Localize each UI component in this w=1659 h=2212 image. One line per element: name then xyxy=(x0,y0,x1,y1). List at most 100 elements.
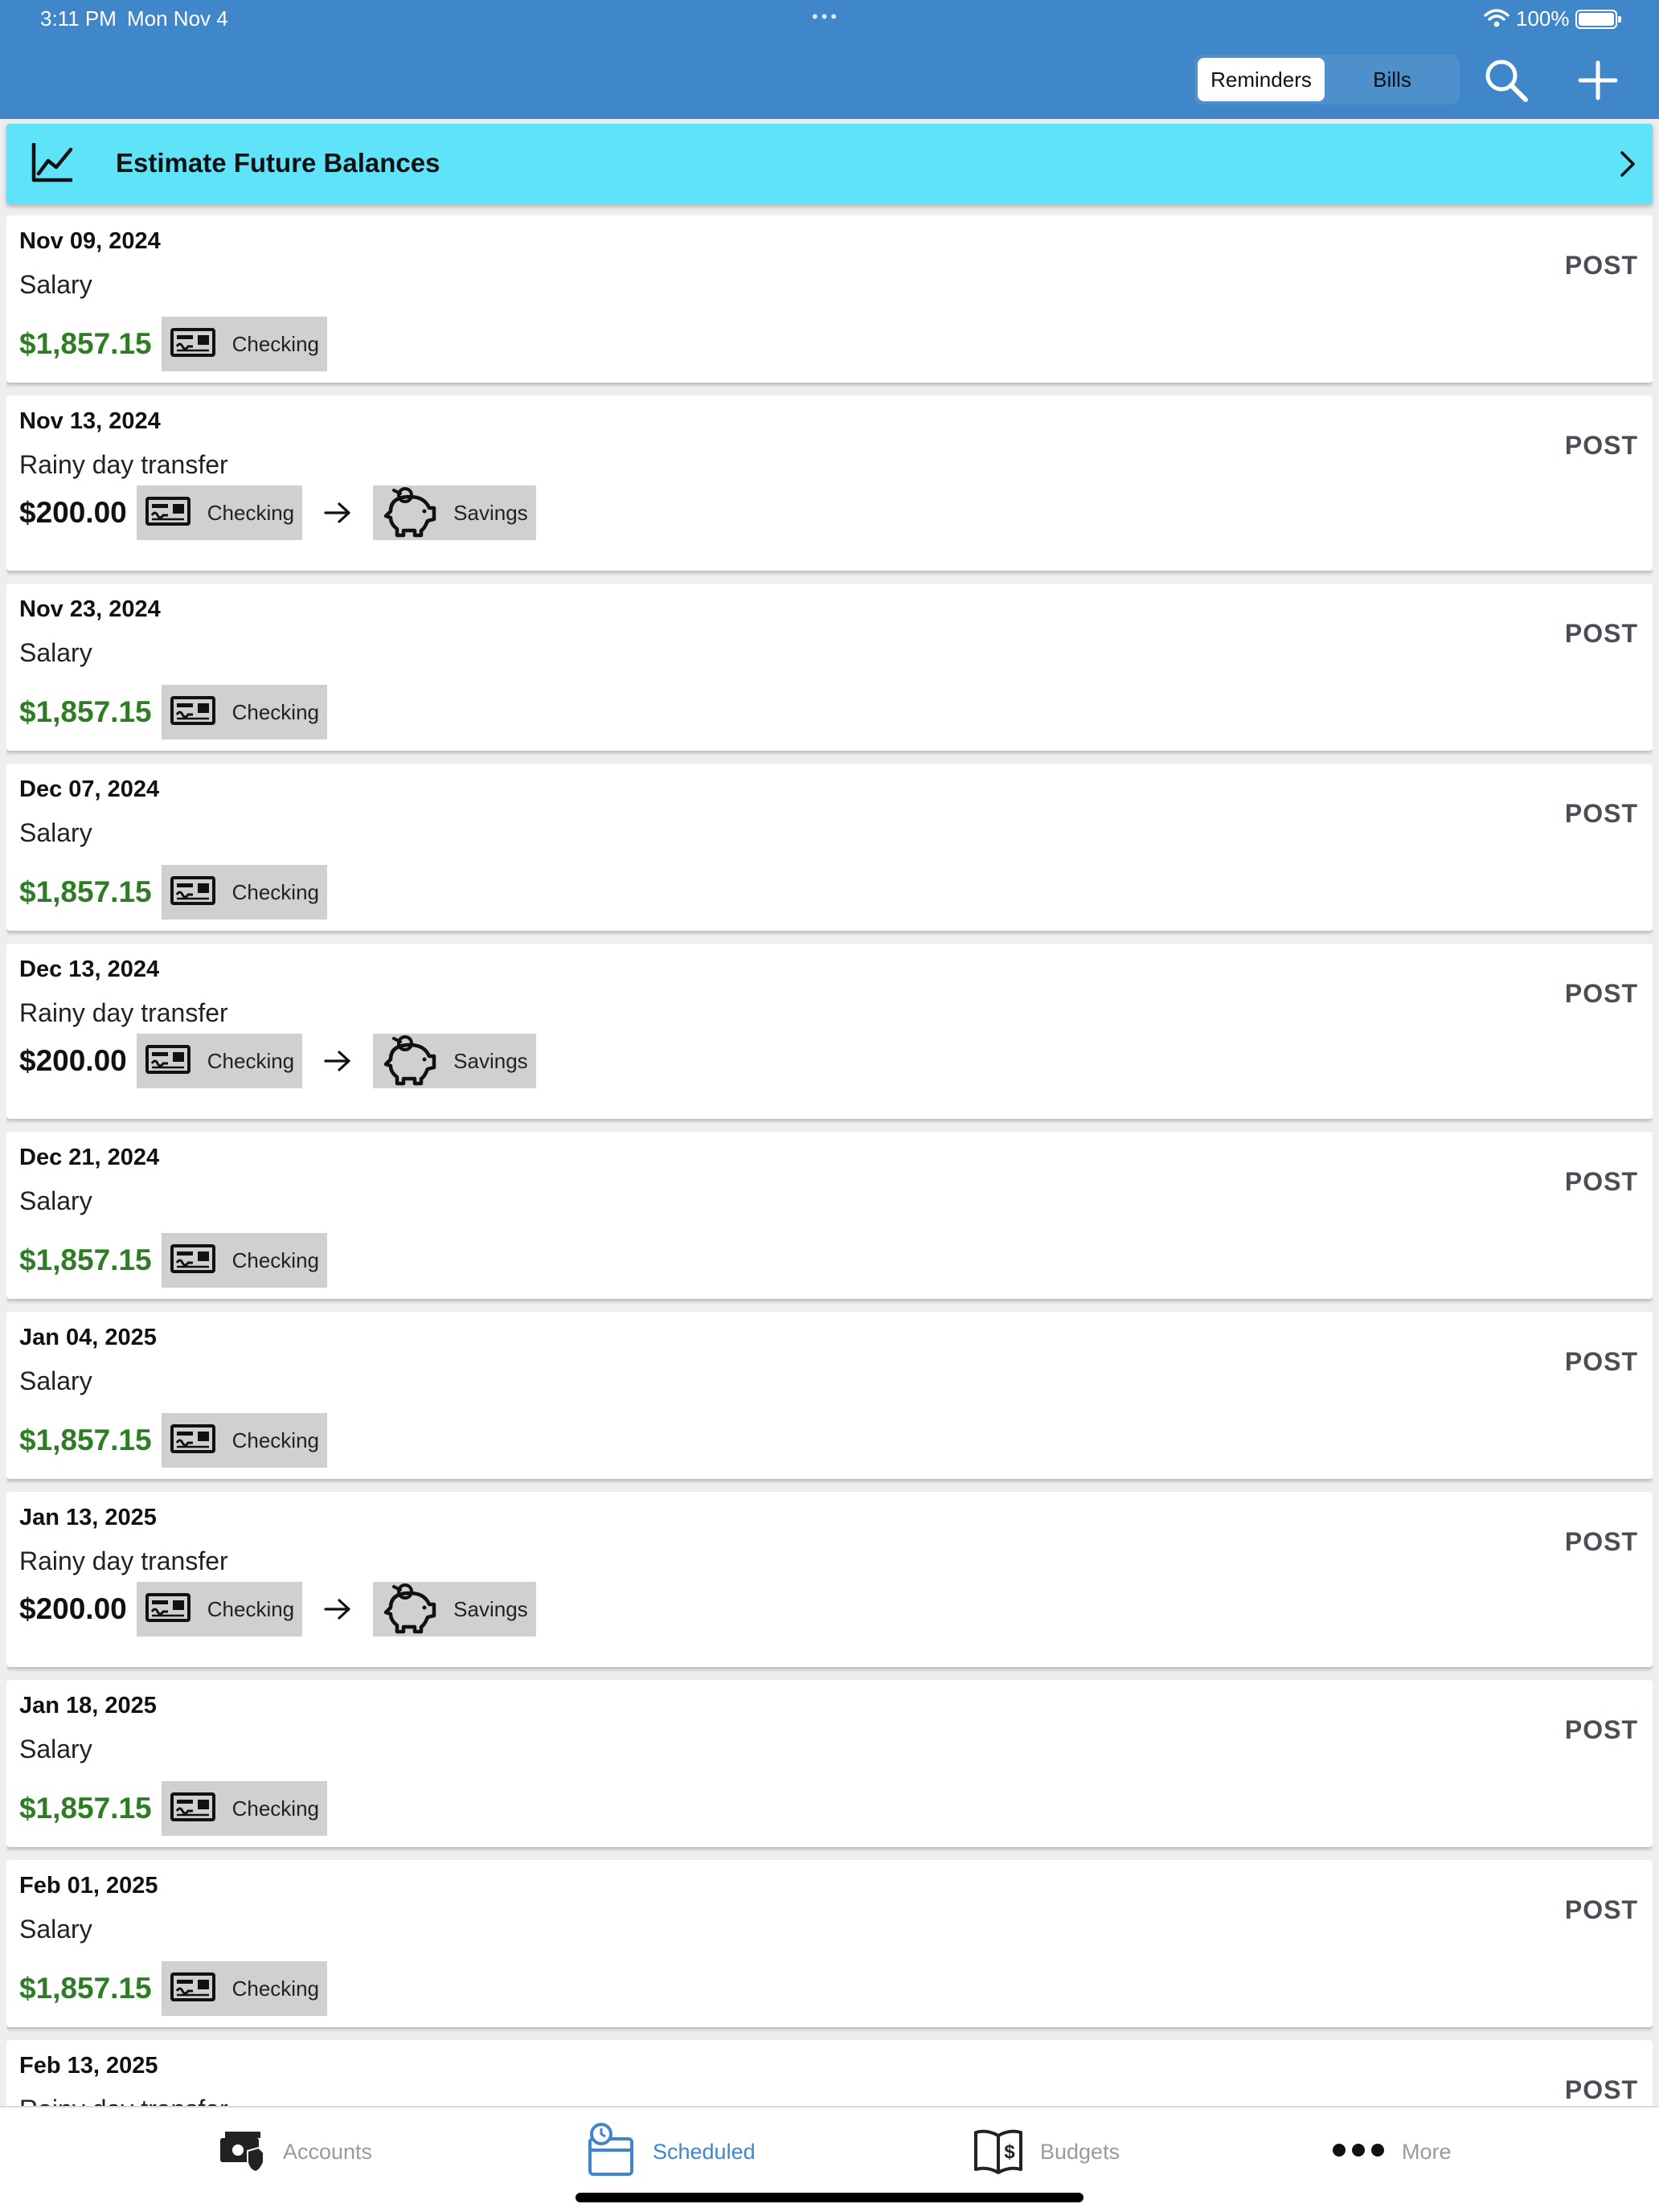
account-chip-label: Checking xyxy=(231,699,320,724)
post-button[interactable]: POST xyxy=(1565,979,1638,1009)
reminder-date: Jan 04, 2025 xyxy=(19,1325,157,1350)
reminder-card[interactable]: Jan 13, 2025 Rainy day transfer POST $200.0… xyxy=(6,1492,1653,1667)
post-button[interactable]: POST xyxy=(1565,2075,1638,2105)
account-chip-label: Checking xyxy=(231,1247,320,1272)
reminder-card[interactable]: Jan 18, 2025 Salary POST $1,857.15 Checking xyxy=(6,1680,1653,1847)
status-time: 3:11 PM xyxy=(40,6,117,31)
account-chip-label: Checking xyxy=(231,1428,320,1452)
reminder-card[interactable]: Dec 13, 2024 Rainy day transfer POST $200.0… xyxy=(6,944,1653,1119)
account-chip-to[interactable]: Savings xyxy=(373,485,536,540)
post-button[interactable]: POST xyxy=(1565,1715,1638,1745)
reminder-card[interactable]: Nov 13, 2024 Rainy day transfer POST $200.0… xyxy=(6,395,1653,571)
reminder-description: Salary xyxy=(19,1915,92,1944)
reminder-details-row: $1,857.15 Checking xyxy=(19,865,328,920)
account-chip-from[interactable]: Checking xyxy=(161,1781,328,1836)
reminder-date: Dec 13, 2024 xyxy=(19,956,160,982)
reminder-card[interactable]: Nov 23, 2024 Salary POST $1,857.15 Checking xyxy=(6,584,1653,751)
checking-account-icon xyxy=(145,1592,191,1627)
checking-account-icon xyxy=(170,1423,216,1458)
account-chip-to[interactable]: Savings xyxy=(373,1034,536,1088)
account-chip-label: Checking xyxy=(207,1596,295,1621)
search-icon[interactable] xyxy=(1481,55,1532,106)
reminder-amount: $1,857.15 xyxy=(19,1243,152,1276)
checking-account-icon xyxy=(170,1243,216,1278)
top-header: 3:11 PM Mon Nov 4 ••• 100% Reminders Bil… xyxy=(0,0,1659,119)
account-chip-from[interactable]: Checking xyxy=(161,1413,328,1468)
reminder-card[interactable]: Dec 07, 2024 Salary POST $1,857.15 Checking xyxy=(6,764,1653,931)
post-button[interactable]: POST xyxy=(1565,1347,1638,1377)
chevron-right-icon xyxy=(1619,150,1636,182)
multitasking-dots[interactable]: ••• xyxy=(812,6,840,27)
post-button[interactable]: POST xyxy=(1565,431,1638,461)
reminder-details-row: $1,857.15 Checking xyxy=(19,1233,328,1288)
account-chip-from[interactable]: Checking xyxy=(161,685,328,739)
arrow-right-icon xyxy=(323,1597,352,1621)
tab-label-accounts: Accounts xyxy=(283,2139,373,2164)
checking-account-icon xyxy=(145,1044,191,1079)
reminder-amount: $1,857.15 xyxy=(19,1423,152,1456)
checking-account-icon xyxy=(170,1792,216,1826)
tab-scheduled[interactable]: Scheduled xyxy=(584,2122,756,2180)
checking-account-icon xyxy=(170,695,216,730)
account-chip-from[interactable]: Checking xyxy=(136,485,303,540)
post-button[interactable]: POST xyxy=(1565,619,1638,649)
segment-bills[interactable]: Bills xyxy=(1328,58,1456,101)
reminder-description: Rainy day transfer xyxy=(19,998,228,1027)
reminder-description: Salary xyxy=(19,638,92,667)
account-chip-from[interactable]: Checking xyxy=(161,1233,328,1288)
arrow-right-icon xyxy=(323,501,352,525)
reminder-date: Dec 21, 2024 xyxy=(19,1145,160,1170)
reminder-details-row: $1,857.15 Checking xyxy=(19,1961,328,2016)
checking-account-icon xyxy=(170,1972,216,2006)
reminder-card[interactable]: Feb 13, 2025Rainy day transferPOST$200.0… xyxy=(6,2040,1653,2106)
post-button[interactable]: POST xyxy=(1565,251,1638,281)
reminder-card[interactable]: Feb 01, 2025 Salary POST $1,857.15 Checking xyxy=(6,1860,1653,2027)
tab-label-more: More xyxy=(1402,2139,1452,2164)
more-icon xyxy=(1331,2142,1386,2162)
account-chip-from[interactable]: Checking xyxy=(136,1582,303,1636)
reminder-date: Feb 13, 2025 xyxy=(19,2053,158,2079)
reminder-amount: $200.00 xyxy=(19,1044,127,1077)
reminder-description: Salary xyxy=(19,818,92,847)
reminder-card[interactable]: Dec 21, 2024 Salary POST $1,857.15 Checking xyxy=(6,1132,1653,1299)
account-chip-label: Checking xyxy=(207,500,295,525)
reminder-description: Salary xyxy=(19,1186,92,1215)
post-button[interactable]: POST xyxy=(1565,1895,1638,1925)
account-chip-from[interactable]: Checking xyxy=(161,317,328,371)
estimate-future-balances-button[interactable]: Estimate Future Balances xyxy=(6,124,1653,204)
reminder-details-row: $1,857.15 Checking xyxy=(19,1781,328,1836)
battery-icon xyxy=(1575,10,1621,29)
reminder-date: Jan 18, 2025 xyxy=(19,1693,157,1718)
reminder-amount: $1,857.15 xyxy=(19,327,152,360)
post-button[interactable]: POST xyxy=(1565,799,1638,829)
reminder-card[interactable]: Jan 04, 2025 Salary POST $1,857.15 Checking xyxy=(6,1312,1653,1479)
reminder-description: Rainy day transfer xyxy=(19,2095,228,2106)
reminder-list[interactable]: Nov 09, 2024 Salary POST $1,857.15 Checking N… xyxy=(6,215,1653,2106)
plus-icon[interactable] xyxy=(1572,55,1624,106)
post-button[interactable]: POST xyxy=(1565,1527,1638,1557)
banner-label: Estimate Future Balances xyxy=(116,148,440,178)
reminder-date: Nov 13, 2024 xyxy=(19,408,161,434)
segment-control: Reminders Bills xyxy=(1194,55,1460,104)
account-chip-label: Checking xyxy=(231,331,320,356)
account-chip-from[interactable]: Checking xyxy=(161,865,328,920)
account-chip-label: Savings xyxy=(453,1596,528,1621)
tab-budgets[interactable]: $ Budgets xyxy=(973,2124,1120,2180)
tab-accounts[interactable]: Accounts xyxy=(215,2124,372,2180)
post-button[interactable]: POST xyxy=(1565,1167,1638,1197)
battery-percent: 100% xyxy=(1516,6,1570,31)
account-chip-to[interactable]: Savings xyxy=(373,1582,536,1636)
reminder-details-row: $1,857.15 Checking xyxy=(19,317,328,371)
reminder-card[interactable]: Nov 09, 2024 Salary POST $1,857.15 Checking xyxy=(6,215,1653,383)
tab-label-budgets: Budgets xyxy=(1040,2139,1120,2164)
checking-account-icon xyxy=(170,875,216,910)
tab-bar: Accounts Scheduled $ Budgets More xyxy=(0,2106,1659,2212)
account-chip-label: Savings xyxy=(453,1048,528,1073)
reminder-date: Feb 01, 2025 xyxy=(19,1873,158,1899)
tab-more[interactable]: More xyxy=(1331,2124,1452,2180)
account-chip-from[interactable]: Checking xyxy=(161,1961,328,2016)
reminder-description: Salary xyxy=(19,1366,92,1395)
account-chip-from[interactable]: Checking xyxy=(136,1034,303,1088)
account-chip-label: Checking xyxy=(231,1976,320,2001)
segment-reminders[interactable]: Reminders xyxy=(1198,58,1325,101)
